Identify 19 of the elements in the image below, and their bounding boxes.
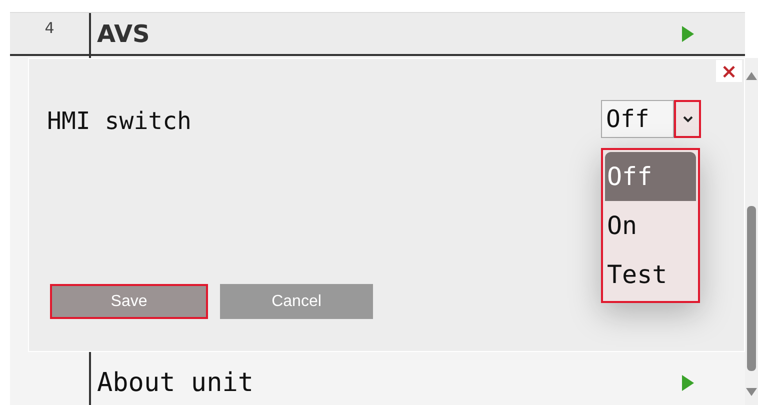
dropdown-option[interactable]: Test bbox=[605, 250, 696, 299]
row-number: 4 bbox=[44, 18, 54, 39]
chevron-down-icon bbox=[682, 115, 694, 123]
dropdown-button[interactable] bbox=[674, 100, 701, 138]
scroll-down-icon[interactable] bbox=[746, 388, 757, 398]
row-label: AVS bbox=[97, 18, 150, 50]
list-header-row[interactable]: 4 AVS bbox=[10, 12, 745, 56]
scroll-thumb[interactable] bbox=[747, 206, 756, 371]
close-button[interactable]: × bbox=[716, 60, 742, 82]
play-icon[interactable] bbox=[681, 374, 695, 392]
dropdown-option[interactable]: Off bbox=[605, 152, 696, 201]
select-value: Off bbox=[606, 104, 650, 135]
play-icon[interactable] bbox=[681, 24, 695, 42]
scrollbar[interactable] bbox=[745, 58, 758, 405]
scroll-up-icon[interactable] bbox=[746, 70, 757, 80]
field-label: HMI switch bbox=[47, 106, 192, 137]
select-field[interactable]: Off bbox=[601, 100, 674, 138]
row-label: About unit bbox=[97, 366, 254, 400]
dropdown-option[interactable]: On bbox=[605, 201, 696, 250]
